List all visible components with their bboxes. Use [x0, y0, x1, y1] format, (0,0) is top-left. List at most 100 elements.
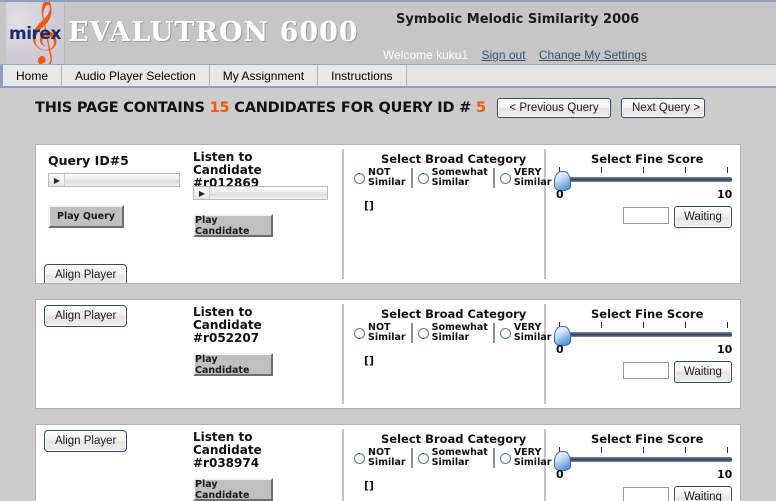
- radio-button-icon[interactable]: [417, 327, 429, 339]
- query-media-player[interactable]: ▶: [48, 173, 180, 187]
- fine-score-heading: Select Fine Score: [591, 432, 704, 446]
- column-divider: [544, 304, 546, 404]
- slider-min-label: 0: [556, 188, 564, 201]
- page-title-middle: CANDIDATES FOR QUERY ID #: [234, 100, 472, 116]
- radio-button-icon[interactable]: [417, 172, 429, 184]
- candidate-title-label: Listen to Candidate: [193, 150, 262, 177]
- slider-min-label: 0: [556, 468, 564, 481]
- query-title: Query ID#5: [48, 153, 129, 168]
- radio-label: Somewhat Similar: [431, 322, 488, 343]
- candidate-title-label: Listen to Candidate: [193, 305, 262, 332]
- radio-not-similar[interactable]: NOT Similar: [349, 168, 411, 188]
- page-title: THIS PAGE CONTAINS 15 CANDIDATES FOR QUE…: [35, 100, 486, 116]
- slider-tick: [643, 447, 644, 453]
- radio-not-similar[interactable]: NOT Similar: [349, 323, 411, 343]
- radio-button-icon[interactable]: [354, 452, 365, 464]
- play-query-button[interactable]: Play Query: [48, 205, 124, 228]
- broad-category-heading: Select Broad Category: [381, 307, 527, 321]
- slider-tick: [727, 447, 728, 453]
- radio-button-icon[interactable]: [499, 172, 511, 184]
- slider-max-label: 10: [717, 468, 733, 481]
- fine-score-slider[interactable]: 0 10: [554, 447, 736, 481]
- change-settings-link[interactable]: Change My Settings: [539, 48, 647, 62]
- slider-track[interactable]: [557, 332, 732, 337]
- user-bar: Welcome kuku1 Sign out Change My Setting…: [383, 48, 647, 62]
- align-player-button[interactable]: Align Player: [44, 305, 128, 327]
- brand-title: EVALUTRON 6000: [68, 17, 359, 48]
- fine-score-input[interactable]: [623, 207, 669, 224]
- play-icon[interactable]: ▶: [195, 187, 210, 199]
- previous-query-button[interactable]: < Previous Query: [497, 98, 611, 118]
- candidate-title: Listen to Candidate #r012869: [193, 151, 323, 190]
- slider-min-label: 0: [556, 343, 564, 356]
- broad-category-heading: Select Broad Category: [381, 152, 527, 166]
- radio-very-similar[interactable]: VERY Similar: [492, 322, 557, 343]
- radio-label: NOT Similar: [368, 447, 406, 468]
- slider-tick: [601, 322, 602, 328]
- radio-somewhat-similar[interactable]: Somewhat Similar: [410, 448, 493, 468]
- candidate-panel: Align Player Listen to Candidate #r03897…: [35, 424, 741, 501]
- candidate-id: #r038974: [193, 456, 260, 470]
- next-query-button[interactable]: Next Query >: [621, 98, 705, 118]
- nav-tab-my-assignment[interactable]: My Assignment: [209, 65, 319, 86]
- slider-track[interactable]: [557, 457, 732, 462]
- category-value-display: []: [364, 479, 375, 492]
- fine-score-heading: Select Fine Score: [591, 152, 704, 166]
- radio-label: NOT Similar: [368, 167, 406, 188]
- page-header: 𝄞 mirex EVALUTRON 6000 Symbolic Melodic …: [0, 0, 776, 64]
- fine-score-input[interactable]: [623, 362, 669, 379]
- slider-max-label: 10: [717, 343, 733, 356]
- radio-somewhat-similar[interactable]: Somewhat Similar: [410, 322, 493, 343]
- radio-very-similar[interactable]: VERY Similar: [492, 447, 557, 468]
- category-value-display: []: [364, 199, 375, 212]
- align-player-button[interactable]: Align Player: [44, 430, 128, 452]
- radio-button-icon[interactable]: [499, 327, 511, 339]
- radio-button-icon[interactable]: [354, 327, 365, 339]
- radio-not-similar[interactable]: NOT Similar: [349, 448, 411, 468]
- slider-tick: [643, 322, 644, 328]
- align-player-button[interactable]: Align Player: [44, 264, 128, 283]
- status-button[interactable]: Waiting: [674, 486, 732, 501]
- status-button[interactable]: Waiting: [674, 361, 732, 383]
- candidate-title: Listen to Candidate #r052207: [193, 306, 323, 345]
- sign-out-link[interactable]: Sign out: [482, 48, 526, 62]
- column-divider: [342, 304, 344, 404]
- broad-category-radio-group: NOT Similar Somewhat Similar VERY Similar: [349, 323, 556, 343]
- broad-category-radio-group: NOT Similar Somewhat Similar VERY Similar: [349, 168, 556, 188]
- nav-tab-instructions[interactable]: Instructions: [318, 65, 407, 86]
- candidate-id: #r052207: [193, 331, 260, 345]
- radio-label: VERY Similar: [513, 322, 552, 343]
- slider-tick: [727, 322, 728, 328]
- slider-tick: [685, 447, 686, 453]
- play-candidate-button[interactable]: Play Candidate: [193, 214, 273, 237]
- slider-tick: [601, 447, 602, 453]
- nav-tab-audio-player-selection[interactable]: Audio Player Selection: [62, 65, 210, 86]
- status-button[interactable]: Waiting: [674, 206, 732, 228]
- slider-tick: [727, 167, 728, 173]
- nav-tab-home[interactable]: Home: [3, 65, 63, 86]
- fine-score-slider[interactable]: 0 10: [554, 167, 736, 201]
- radio-button-icon[interactable]: [417, 452, 429, 464]
- fine-score-heading: Select Fine Score: [591, 307, 704, 321]
- radio-very-similar[interactable]: VERY Similar: [492, 168, 557, 188]
- radio-button-icon[interactable]: [354, 172, 365, 184]
- mirex-logo: 𝄞 mirex: [6, 2, 65, 64]
- main-navigation: Home Audio Player Selection My Assignmen…: [0, 64, 776, 88]
- play-icon[interactable]: ▶: [50, 174, 65, 186]
- page-title-row: THIS PAGE CONTAINS 15 CANDIDATES FOR QUE…: [0, 88, 776, 128]
- candidate-panel: Query ID#5 ▶ Play Query Align Player Lis…: [35, 144, 741, 284]
- play-candidate-button[interactable]: Play Candidate: [193, 478, 273, 501]
- fine-score-slider[interactable]: 0 10: [554, 322, 736, 356]
- candidate-media-player[interactable]: ▶: [193, 186, 328, 200]
- radio-somewhat-similar[interactable]: Somewhat Similar: [410, 168, 493, 188]
- play-candidate-button[interactable]: Play Candidate: [193, 353, 273, 376]
- radio-label: VERY Similar: [513, 447, 552, 468]
- slider-max-label: 10: [717, 188, 733, 201]
- fine-score-input[interactable]: [623, 487, 669, 501]
- radio-button-icon[interactable]: [499, 452, 511, 464]
- slider-track[interactable]: [557, 177, 732, 182]
- page-title-prefix: THIS PAGE CONTAINS: [35, 100, 205, 116]
- broad-category-radio-group: NOT Similar Somewhat Similar VERY Similar: [349, 448, 556, 468]
- page-root: 𝄞 mirex EVALUTRON 6000 Symbolic Melodic …: [0, 0, 776, 501]
- app-title: Symbolic Melodic Similarity 2006: [396, 12, 640, 27]
